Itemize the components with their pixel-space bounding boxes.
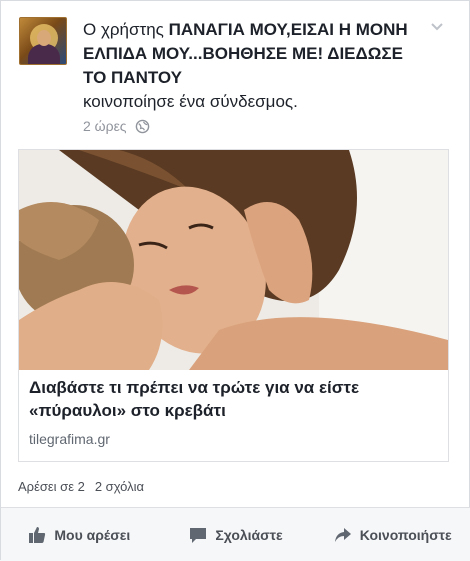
- like-label: Μου αρέσει: [54, 526, 131, 543]
- comment-icon: [190, 527, 207, 543]
- post-header-text: Ο χρήστης ΠΑΝΑΓΙΑ ΜΟΥ,ΕΙΣΑΙ Η ΜΟΝΗ ΕΛΠΙΔ…: [83, 18, 423, 114]
- share-icon: [334, 527, 351, 542]
- likes-count[interactable]: Αρέσει σε 2: [18, 479, 85, 494]
- post-meta: 2 ώρες: [83, 118, 150, 134]
- link-domain: tilegrafima.gr: [29, 431, 110, 447]
- post-card: Ο χρήστης ΠΑΝΑΓΙΑ ΜΟΥ,ΕΙΣΑΙ Η ΜΟΝΗ ΕΛΠΙΔ…: [0, 0, 470, 561]
- thumbs-up-icon: [29, 526, 46, 543]
- avatar-face: [37, 30, 51, 46]
- share-button[interactable]: Κοινοποιήστε: [314, 508, 470, 561]
- link-photo: [19, 150, 448, 370]
- chevron-down-icon[interactable]: [429, 19, 445, 35]
- post-prefix: Ο χρήστης: [83, 20, 169, 39]
- action-bar: Μου αρέσει Σχολιάστε Κοινοποιήστε: [1, 508, 470, 561]
- comments-count[interactable]: 2 σχόλια: [95, 479, 144, 494]
- link-title[interactable]: Διαβάστε τι πρέπει να τρώτε για να είστε…: [29, 376, 439, 422]
- comment-button[interactable]: Σχολιάστε: [158, 508, 315, 561]
- like-button[interactable]: Μου αρέσει: [1, 508, 158, 561]
- link-image[interactable]: [19, 150, 448, 370]
- link-preview[interactable]: Διαβάστε τι πρέπει να τρώτε για να είστε…: [18, 149, 449, 462]
- share-label: Κοινοποιήστε: [359, 526, 452, 543]
- globe-icon: [135, 119, 149, 133]
- comment-label: Σχολιάστε: [215, 526, 283, 543]
- post-timestamp[interactable]: 2 ώρες: [83, 118, 127, 134]
- post-action-text: κοινοποίησε ένα σύνδεσμος.: [83, 92, 298, 111]
- avatar[interactable]: [19, 17, 67, 65]
- avatar-robe: [28, 44, 60, 64]
- reactions-bar: Αρέσει σε 2 2 σχόλια: [18, 479, 144, 494]
